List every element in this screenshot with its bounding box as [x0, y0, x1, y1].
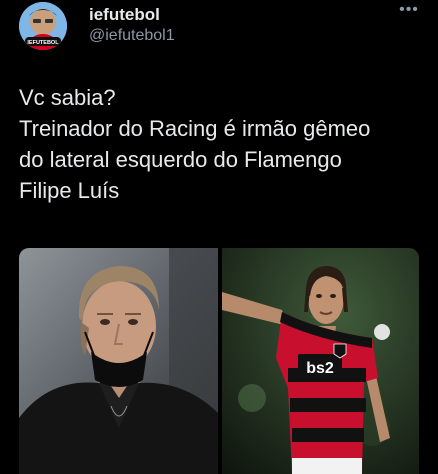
player-photo[interactable]: bs2 [222, 248, 419, 474]
tweet-text-line: Vc sabia? [19, 85, 116, 110]
jersey-sponsor-text: bs2 [306, 360, 334, 377]
display-name[interactable]: iefutebol [89, 5, 160, 25]
more-dots-icon: ••• [399, 1, 419, 18]
tweet: IEFUTEBOL iefutebol @iefutebol1 ••• Vc s… [0, 0, 438, 474]
avatar-badge-text: IEFUTEBOL [27, 40, 59, 46]
tweet-text-line: Filipe Luís [19, 178, 120, 203]
tweet-text-line: do lateral esquerdo do Flamengo [19, 147, 342, 172]
more-options-button[interactable]: ••• [395, 1, 423, 20]
coach-photo[interactable] [19, 248, 218, 474]
handle[interactable]: @iefutebol1 [89, 27, 175, 45]
tweet-text: Vc sabia? Treinador do Racing é irmão gê… [19, 82, 429, 206]
tweet-text-line: Treinador do Racing é irmão gêmeo [19, 116, 371, 141]
media-grid: bs2 [19, 248, 419, 474]
avatar[interactable]: IEFUTEBOL [19, 2, 67, 50]
avatar-image: IEFUTEBOL [19, 2, 67, 50]
